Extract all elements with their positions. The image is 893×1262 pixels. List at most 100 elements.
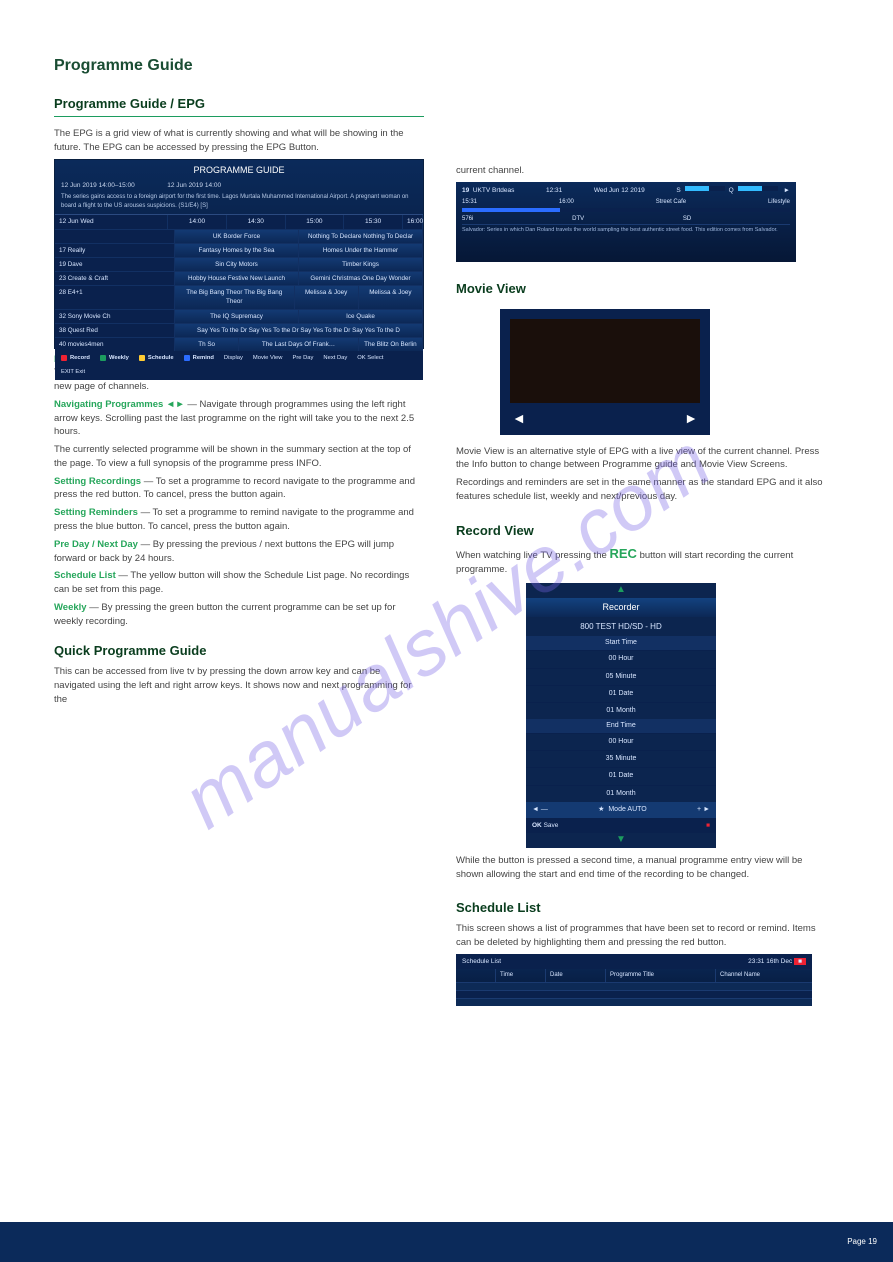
section-recordview: Record View [456,522,826,541]
epg-ch: 38 Quest Red [55,324,175,337]
quickguide-text: This can be accessed from live tv by pre… [54,665,424,706]
sched-empty-rows [456,982,812,1008]
stop-icon: ■ [706,821,710,830]
infobar-end: 16:00 [559,198,574,207]
infobar-date: Wed Jun 12 2019 [594,186,645,195]
epg-ch: 28 E4+1 [55,286,175,308]
recorder-start-date: 01 Date [526,685,716,702]
page-footer: Page 19 [0,1222,893,1262]
epg-prog: Gemini Christmas One Day Wonder [299,272,423,285]
epg-ch: 40 movies4men [55,338,175,351]
epg-prog: Homes Under the Hammer [299,244,423,257]
save-label: Save [544,822,559,829]
epg-ch: 19 Dave [55,258,175,271]
recordview-text2: While the button is pressed a second tim… [456,854,826,882]
signal-s: S [676,186,680,195]
section-quickguide: Quick Programme Guide [54,642,424,661]
infobar-synopsis: Salvador: Series in which Dan Roland tra… [462,224,790,235]
star-icon: ★ [598,806,604,813]
epg-ch: 23 Create & Craft [55,272,175,285]
epg-prog: Ice Quake [299,310,423,323]
divider [54,116,424,117]
infobar-genre: Lifestyle [768,198,790,207]
legend-weekly: Weekly [109,354,129,362]
legend-movieview: Movie View [253,354,283,362]
page-title: Programme Guide [54,54,424,77]
legend-display: Display [224,354,243,362]
epg-prog: Timber Kings [299,258,423,271]
infobar-start: 15:31 [462,198,477,207]
recorder-end-date: 01 Date [526,767,716,784]
sched-col-prog: Programme Title [606,969,716,982]
right-arrow-icon: ► [684,408,698,428]
epg-time-4: 16:00 [403,215,423,228]
epg-screenshot: PROGRAMME GUIDE 12 Jun 2019 14:00–15:00 … [54,159,424,349]
epg-header: PROGRAMME GUIDE [55,160,423,179]
recorder-end-month: 01 Month [526,785,716,802]
recorder-start-label: Start Time [526,636,716,650]
up-arrow-icon: ▲ [526,583,716,598]
epg-ch: 17 Really [55,244,175,257]
epg-dayrow: 12 Jun Wed [55,215,168,228]
epg-prog: Nothing To Declare Nothing To Declar [299,230,423,243]
epg-prog: The IQ Supremacy [175,310,299,323]
left-arrow-icon: ◄ [512,408,526,428]
sched-col-chan: Channel Name [716,969,812,982]
movieview-text: Movie View is an alternative style of EP… [456,445,826,473]
legend-select: OK Select [357,354,383,362]
progress-bar-icon [462,208,790,212]
preday-nextday: Pre Day / Next Day — By pressing the pre… [54,538,424,566]
mode-label: Mode AUTO [608,806,646,813]
epg-date-left: 12 Jun 2019 14:00–15:00 [61,182,135,189]
epg-prog: Th So [175,338,239,351]
legend-schedule: Schedule [148,354,174,362]
intro-text: The EPG is a grid view of what is curren… [54,127,424,155]
sched-col-0 [456,969,496,982]
rec-button-label: REC [609,546,636,561]
epg-prog: Fantasy Homes by the Sea [175,244,299,257]
set-reminders: Setting Reminders — To set a programme t… [54,506,424,534]
epg-prog: Sin City Motors [175,258,299,271]
legend-exit: EXIT Exit [61,368,85,376]
movieview-text2: Recordings and reminders are set in the … [456,476,826,504]
nav-programmes: Navigating Programmes ◄► — Navigate thro… [54,398,424,439]
epg-ch: 32 Sony Movie Ch [55,310,175,323]
epg-rows: UK Border ForceNothing To Declare Nothin… [55,229,423,351]
page-number: Page 19 [847,1236,877,1248]
recorder-start-month: 01 Month [526,702,716,719]
legend-record: Record [70,354,90,362]
legend-nextday: Next Day [323,354,347,362]
recordview-text1: When watching live TV pressing the REC b… [456,545,826,578]
legend-remind: Remind [193,354,214,362]
epg-prog: Melissa & Joey [295,286,359,308]
infobar-chnum: 19 [462,187,469,194]
sched-time: 23:31 16th Dec [748,958,792,965]
infobar-time: 12:31 [546,186,562,195]
recorder-end-min: 35 Minute [526,750,716,767]
epg-synopsis: The series gains access to a foreign air… [55,192,423,215]
epg-prog: Hobby House Festive New Launch [175,272,299,285]
infobar-chname: UKTV Brtdeas [473,187,515,194]
signal-bar-icon [685,186,725,191]
infobar-sd: SD [683,215,691,224]
infobar-prog: Street Cafe [656,198,686,207]
schedulelist-text: This screen shows a list of programmes t… [456,922,826,950]
recorder-title: Recorder [526,598,716,617]
epg-legend: Record Weekly Schedule Remind Display Mo… [55,351,423,380]
schedule-list-note: Schedule List — The yellow button will s… [54,569,424,597]
quick-guide-screenshot: 19 UKTV Brtdeas 12:31 Wed Jun 12 2019 S Q… [456,182,796,262]
epg-time-1: 14:30 [227,215,286,228]
epg-ch [55,230,175,243]
recorder-screenshot: ▲ Recorder 800 TEST HD/SD - HD Start Tim… [526,583,716,848]
epg-prog: Say Yes To the Dr Say Yes To the Dr Say … [175,324,423,337]
sched-col-date: Date [546,969,606,982]
down-arrow-icon: ▼ [526,833,716,848]
schedulelist-screenshot: Schedule List 23:31 16th Dec ■ Time Date… [456,954,812,1004]
quality-bar-icon [738,186,778,191]
epg-date-right: 12 Jun 2019 14:00 [167,182,221,189]
section-movieview: Movie View [456,280,826,299]
epg-prog: UK Border Force [175,230,299,243]
signal-q: Q [729,186,734,195]
movieview-screenshot: ◄ ► [500,309,710,435]
recorder-end-hour: 00 Hour [526,733,716,750]
